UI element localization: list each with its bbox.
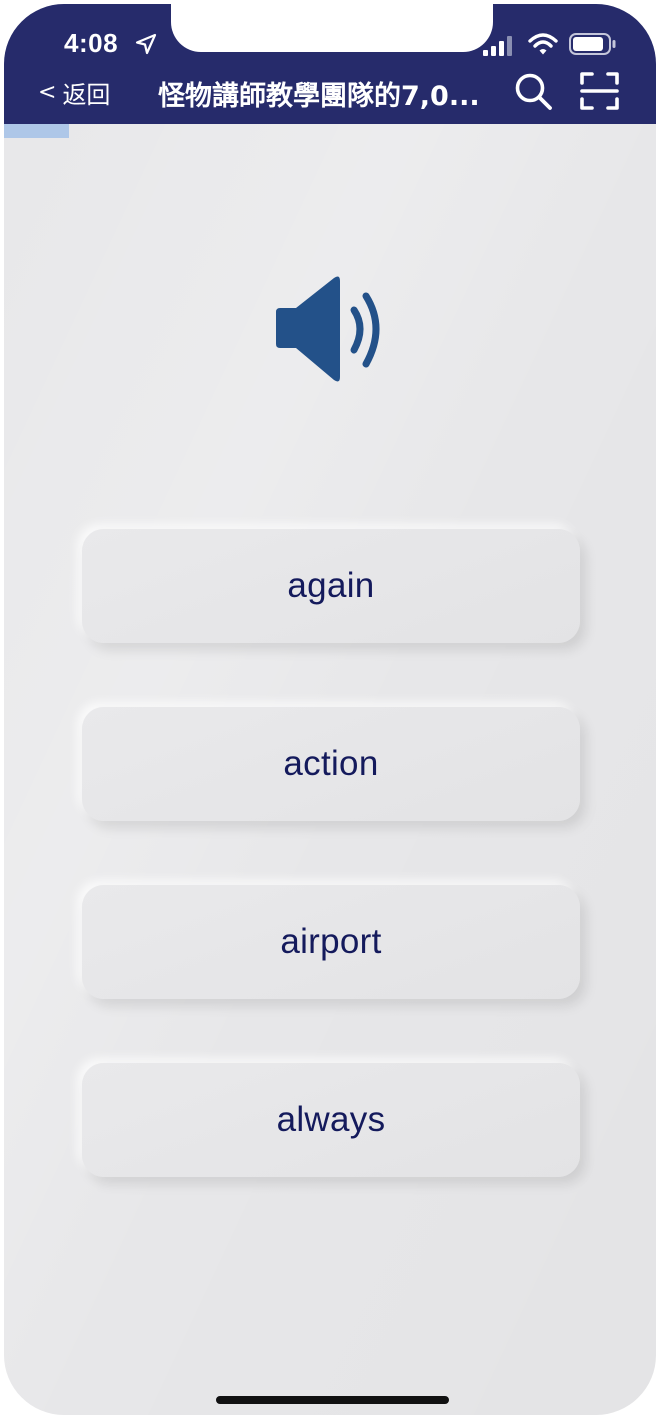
- search-icon[interactable]: [512, 70, 554, 112]
- battery-icon: [569, 33, 616, 55]
- quiz-progress-bar: [4, 124, 656, 138]
- wifi-icon: [528, 33, 558, 55]
- back-button[interactable]: < 返回: [38, 74, 110, 110]
- answer-option-1[interactable]: again: [82, 529, 580, 643]
- location-arrow-icon: [135, 33, 157, 55]
- home-indicator[interactable]: [216, 1396, 449, 1404]
- quiz-progress-fill: [4, 124, 70, 138]
- cellular-signal-icon: [483, 36, 512, 56]
- answer-option-4[interactable]: always: [82, 1063, 580, 1177]
- page-title: 怪物講師教學團隊的7,0...: [158, 81, 480, 112]
- speaker-icon[interactable]: [270, 274, 390, 386]
- back-button-label: 返回: [62, 80, 111, 109]
- answer-option-label: always: [276, 1100, 386, 1139]
- top-bar: 4:08 < 返回 怪物講師教學團隊的7,0...: [4, 4, 656, 124]
- phone-screen: 4:08 < 返回 怪物講師教學團隊的7,0... again action a…: [4, 4, 656, 1415]
- answer-option-label: airport: [280, 922, 382, 961]
- scan-icon[interactable]: [579, 70, 621, 112]
- answer-option-label: again: [287, 566, 375, 605]
- chevron-left-icon: <: [38, 79, 57, 105]
- answer-option-3[interactable]: airport: [82, 885, 580, 999]
- answer-option-2[interactable]: action: [82, 707, 580, 821]
- device-notch: [171, 4, 493, 52]
- answer-option-label: action: [283, 744, 379, 783]
- status-time: 4:08: [64, 28, 119, 58]
